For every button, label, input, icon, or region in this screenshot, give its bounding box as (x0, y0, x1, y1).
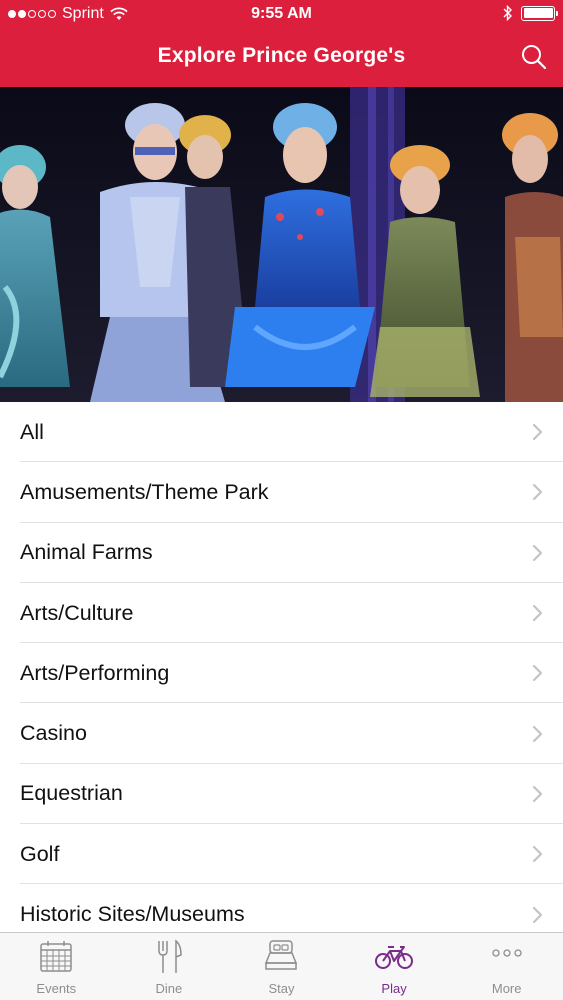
tab-label: More (491, 981, 522, 996)
chevron-right-icon (532, 846, 543, 863)
page-title: Explore Prince George's (157, 44, 406, 67)
list-item-label: All (20, 419, 44, 444)
list-item[interactable]: Animal Farms (0, 523, 563, 584)
hero-photo (0, 87, 563, 402)
list-item[interactable]: Golf (0, 824, 563, 885)
calendar-icon (40, 941, 73, 972)
list-item-label: Animal Farms (20, 540, 153, 565)
chevron-right-icon (532, 725, 543, 742)
bicycle-icon (375, 946, 414, 969)
tab-label: Events (36, 981, 77, 996)
tab-label: Play (381, 981, 407, 996)
status-right (503, 5, 558, 21)
list-item-label: Golf (20, 841, 60, 866)
bed-icon (265, 940, 298, 970)
app-header: Sprint 9:55 AM Explore Prince George's (0, 0, 563, 87)
list-item[interactable]: All (0, 402, 563, 463)
tab-bar: Events Dine Stay Play More (0, 932, 563, 1000)
battery-icon (521, 5, 558, 21)
chevron-right-icon (532, 484, 543, 501)
list-item[interactable]: Arts/Culture (0, 583, 563, 644)
chevron-right-icon (532, 906, 543, 923)
tab-events[interactable]: Events (0, 933, 113, 1000)
list-item[interactable]: Amusements/Theme Park (0, 462, 563, 523)
tab-more[interactable]: More (450, 933, 563, 1000)
chevron-right-icon (532, 424, 543, 441)
search-icon[interactable] (519, 42, 549, 72)
list-item-label: Casino (20, 721, 87, 746)
tab-label: Dine (155, 981, 183, 996)
tab-dine[interactable]: Dine (113, 933, 226, 1000)
status-bar: Sprint 9:55 AM (0, 0, 563, 30)
chevron-right-icon (532, 785, 543, 803)
tab-play[interactable]: Play (338, 933, 451, 1000)
list-item[interactable]: Arts/Performing (0, 643, 563, 704)
list-item[interactable]: Equestrian (0, 764, 563, 825)
chevron-right-icon (532, 544, 543, 561)
list-item[interactable]: Historic Sites/Museums (0, 884, 563, 932)
category-list: All Amusements/Theme Park Animal Farms Arts… (0, 402, 563, 932)
list-item-label: Historic Sites/Museums (20, 902, 245, 927)
tab-label: Stay (268, 981, 295, 996)
status-time: 9:55 AM (251, 5, 312, 22)
list-item-label: Amusements/Theme Park (20, 479, 269, 504)
list-item-label: Arts/Performing (20, 660, 170, 685)
list-item[interactable]: Casino (0, 703, 563, 765)
list-item-label: Arts/Culture (20, 600, 134, 625)
list-item-label: Equestrian (20, 781, 123, 806)
tab-stay[interactable]: Stay (225, 933, 338, 1000)
more-dots-icon (492, 949, 522, 957)
bluetooth-icon (503, 5, 512, 21)
fork-knife-icon (158, 939, 182, 973)
chevron-right-icon (532, 604, 543, 622)
chevron-right-icon (532, 665, 543, 682)
